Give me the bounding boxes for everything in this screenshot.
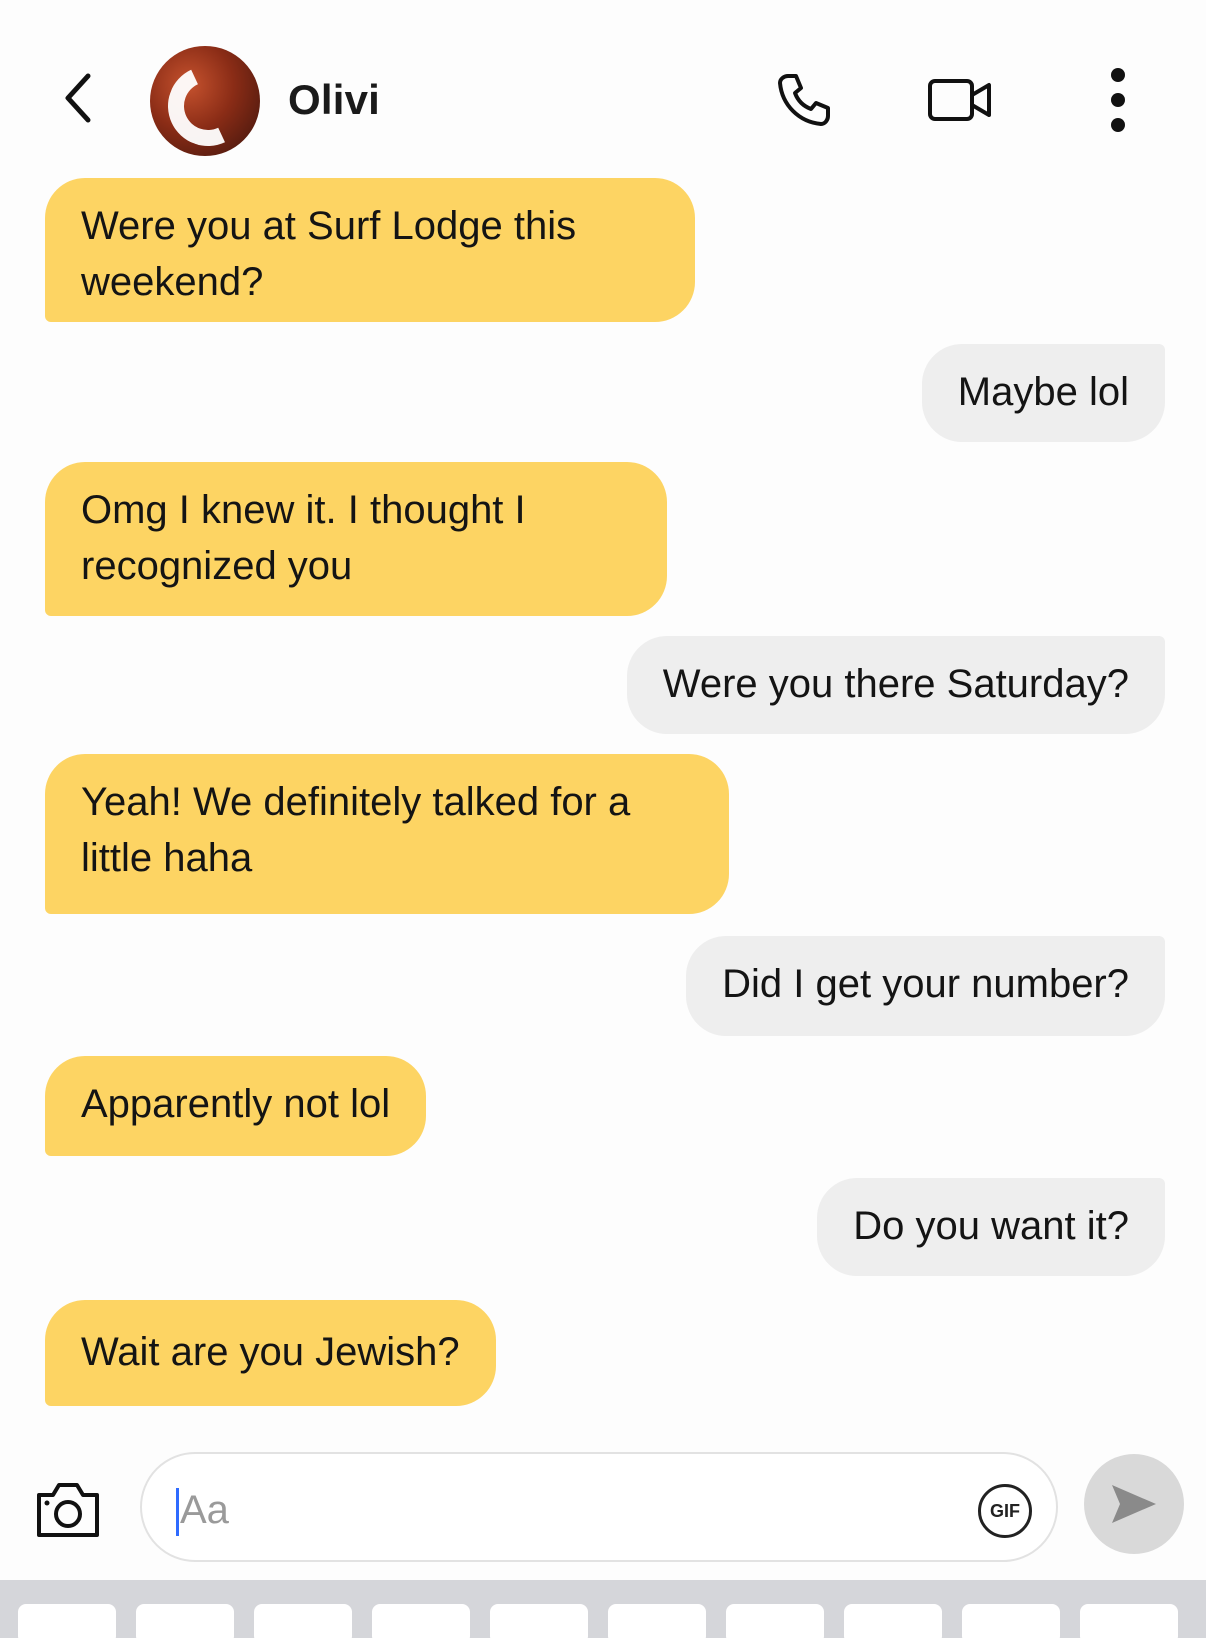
keyboard-key[interactable] (254, 1604, 352, 1638)
message-composer: GIF (0, 1440, 1206, 1570)
incoming-message[interactable]: Apparently not lol (45, 1056, 427, 1156)
keyboard-key[interactable] (608, 1604, 706, 1638)
keyboard-key[interactable] (18, 1604, 116, 1638)
outgoing-message[interactable]: Did I get your number? (686, 936, 1165, 1036)
keyboard (0, 1580, 1206, 1638)
message-input-box[interactable]: GIF (140, 1452, 1058, 1562)
keyboard-key[interactable] (844, 1604, 942, 1638)
outgoing-message[interactable]: Were you there Saturday? (626, 636, 1165, 734)
chat-screen: Olivi Were you at Surf Lodge this weeken… (0, 0, 1206, 1638)
keyboard-key[interactable] (372, 1604, 470, 1638)
message-thread: Were you at Surf Lodge this weekend? May… (0, 0, 1206, 1430)
keyboard-key[interactable] (136, 1604, 234, 1638)
camera-button[interactable] (32, 1476, 104, 1542)
keyboard-key[interactable] (1080, 1604, 1178, 1638)
gif-button[interactable]: GIF (978, 1484, 1032, 1538)
incoming-message[interactable]: Omg I knew it. I thought I recognized yo… (45, 462, 667, 616)
keyboard-key[interactable] (962, 1604, 1060, 1638)
camera-icon (37, 1483, 99, 1537)
outgoing-message[interactable]: Maybe lol (921, 344, 1165, 442)
incoming-message[interactable]: Yeah! We definitely talked for a little … (45, 754, 729, 914)
incoming-message[interactable]: Were you at Surf Lodge this weekend? (45, 178, 695, 322)
incoming-message[interactable]: Wait are you Jewish? (45, 1300, 496, 1406)
send-icon (1112, 1485, 1156, 1523)
send-button[interactable] (1084, 1454, 1184, 1554)
message-input[interactable] (180, 1478, 880, 1542)
keyboard-key[interactable] (490, 1604, 588, 1638)
keyboard-key[interactable] (726, 1604, 824, 1638)
outgoing-message[interactable]: Do you want it? (817, 1178, 1165, 1276)
text-caret (176, 1488, 179, 1536)
